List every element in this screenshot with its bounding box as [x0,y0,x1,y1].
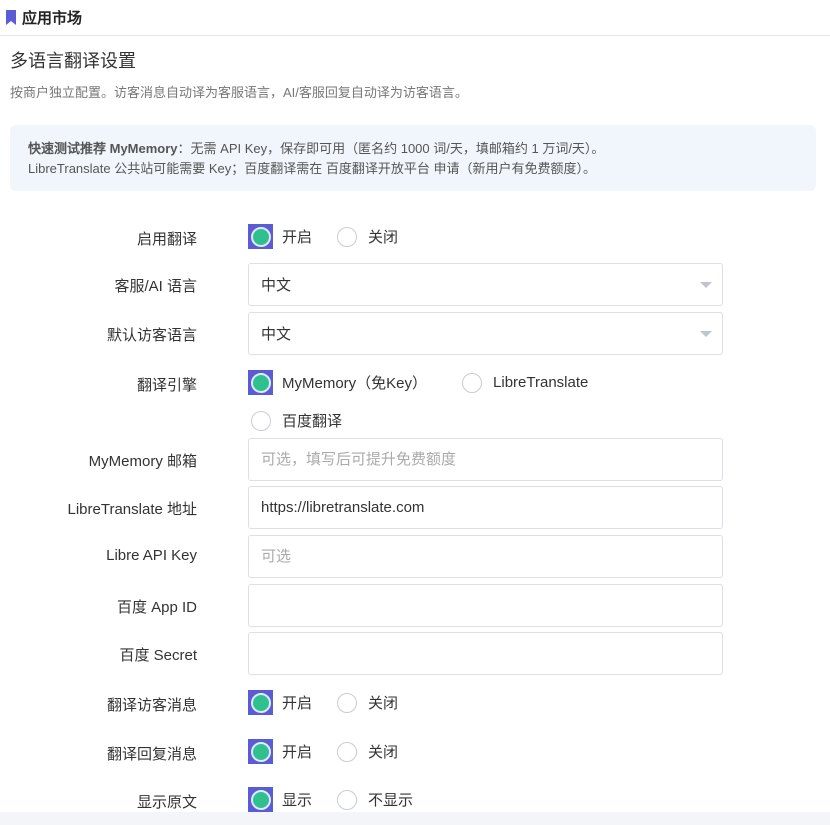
notice-line-1-text: ：无需 API Key，保存即可用（匿名约 1000 词/天，填邮箱约 1 万词… [177,141,605,156]
translate-reply-radio-group: 开启 关闭 [248,739,420,764]
chevron-down-icon [700,282,712,288]
show-original-label: 显示原文 [136,794,197,811]
engine-radio-group-1: MyMemory（免Key） LibreTranslate [248,370,610,395]
mymemory-email-label: MyMemory 邮箱 [88,453,197,470]
show-original-on-radio[interactable]: 显示 [248,787,312,812]
baidu-appid-label: 百度 App ID [116,599,197,616]
mymemory-email-input[interactable] [248,438,723,481]
translate-reply-off-radio[interactable]: 关闭 [334,739,398,764]
engine-baidu-radio[interactable]: 百度翻译 [248,408,342,433]
bookmark-icon [6,10,16,25]
agent-language-select[interactable]: 中文 [248,263,723,306]
page-description: 按商户独立配置。访客消息自动译为客服语言，AI/客服回复自动译为访客语言。 [10,85,468,100]
engine-radio-group-2: 百度翻译 [248,408,364,433]
app-market-title: 应用市场 [22,10,83,27]
baidu-appid-input[interactable] [248,584,723,627]
engine-mymemory-radio[interactable]: MyMemory（免Key） [248,370,427,395]
libre-url-input[interactable] [248,486,723,529]
engine-libre-radio[interactable]: LibreTranslate [459,370,588,395]
enable-on-radio[interactable]: 开启 [248,224,312,249]
enable-radio-group: 开启 关闭 [248,224,420,249]
baidu-secret-label: 百度 Secret [119,647,197,664]
settings-panel: 应用市场 多语言翻译设置 按商户独立配置。访客消息自动译为客服语言，AI/客服回… [0,0,830,812]
visitor-language-label: 默认访客语言 [106,327,197,344]
chevron-down-icon [700,331,712,337]
page-title: 多语言翻译设置 [10,51,136,71]
notice-box: 快速测试推荐 MyMemory：无需 API Key，保存即可用（匿名约 100… [10,125,816,191]
notice-line-2: LibreTranslate 公共站可能需要 Key；百度翻译需在 百度翻译开放… [28,161,596,176]
show-original-radio-group: 显示 不显示 [248,787,435,812]
enable-off-radio[interactable]: 关闭 [334,224,398,249]
translate-visitor-on-radio[interactable]: 开启 [248,690,312,715]
baidu-secret-input[interactable] [248,632,723,675]
engine-label: 翻译引擎 [136,377,197,394]
visitor-language-select[interactable]: 中文 [248,312,723,355]
translate-visitor-label: 翻译访客消息 [106,697,197,714]
translate-visitor-off-radio[interactable]: 关闭 [334,690,398,715]
show-original-off-radio[interactable]: 不显示 [334,787,413,812]
enable-label: 启用翻译 [136,231,197,248]
libre-key-input[interactable] [248,535,723,578]
translate-reply-on-radio[interactable]: 开启 [248,739,312,764]
agent-language-label: 客服/AI 语言 [114,278,197,295]
top-bar: 应用市场 [0,0,830,36]
translate-reply-label: 翻译回复消息 [106,746,197,763]
libre-key-label: Libre API Key [106,547,197,564]
notice-line-1: 快速测试推荐 MyMemory：无需 API Key，保存即可用（匿名约 100… [28,139,798,159]
libre-url-label: LibreTranslate 地址 [67,501,198,518]
translate-visitor-radio-group: 开启 关闭 [248,690,420,715]
notice-highlight: 快速测试推荐 MyMemory [28,141,178,156]
